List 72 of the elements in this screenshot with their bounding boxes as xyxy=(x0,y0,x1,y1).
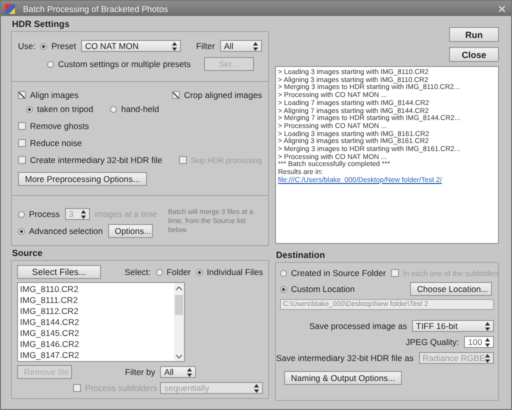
radio-button[interactable] xyxy=(47,60,54,68)
checkbox-label: Remove ghosts xyxy=(30,121,90,131)
section-heading: Destination xyxy=(275,249,326,262)
section-heading: HDR Settings xyxy=(11,18,70,31)
format-dropdown[interactable]: TIFF 16-bit xyxy=(412,320,494,332)
radio-button[interactable] xyxy=(196,268,203,276)
updown-arrows-icon xyxy=(187,368,192,376)
radio-label: Custom settings or multiple presets xyxy=(58,59,191,69)
file-item[interactable]: IMG_8147.CR2 xyxy=(20,350,174,361)
filter-label: Filter xyxy=(196,41,215,51)
checkbox-label: Crop aligned images xyxy=(184,90,262,100)
app-icon xyxy=(5,4,15,14)
radio-button[interactable] xyxy=(110,106,118,112)
checkbox[interactable] xyxy=(18,156,26,164)
radio-button[interactable] xyxy=(18,210,25,218)
close-button[interactable]: Close xyxy=(449,47,499,62)
naming-options-button[interactable]: Naming & Output Options... xyxy=(284,371,402,385)
hdr-format-label: Save intermediary 32-bit HDR file as xyxy=(276,353,414,363)
file-item[interactable]: IMG_8111.CR2 xyxy=(20,295,174,306)
file-item[interactable]: IMG_8144.CR2 xyxy=(20,317,174,328)
checkbox[interactable] xyxy=(172,91,180,99)
file-item[interactable]: IMG_8145.CR2 xyxy=(20,328,174,339)
select-files-button[interactable]: Select Files... xyxy=(17,265,101,279)
select-label: Select: xyxy=(124,267,151,277)
use-label: Use: xyxy=(18,41,36,51)
options-button[interactable]: Options... xyxy=(108,224,153,238)
choose-location-button[interactable]: Choose Location... xyxy=(410,282,492,296)
radio-label: Folder xyxy=(166,267,191,277)
radio-button[interactable] xyxy=(26,106,33,112)
radio-label: Advanced selection xyxy=(29,226,103,236)
run-button[interactable]: Run xyxy=(449,27,499,42)
radio-button[interactable] xyxy=(18,228,25,234)
file-item[interactable]: IMG_8110.CR2 xyxy=(20,284,174,295)
file-item[interactable]: IMG_8146.CR2 xyxy=(20,339,174,350)
updown-arrows-icon xyxy=(172,42,178,50)
close-icon[interactable] xyxy=(497,4,507,14)
file-list[interactable]: IMG_8110.CR2 IMG_8111.CR2 IMG_8112.CR2 IMG_8144.CR2 IMG_8145.CR2 IMG_8146.CR2 IMG_8147.CR2 xyxy=(17,282,185,362)
quality-spinner[interactable]: 100 xyxy=(464,336,494,348)
radio-label: hand-held xyxy=(121,104,160,114)
updown-arrows-icon xyxy=(253,42,258,50)
updown-arrows-icon xyxy=(485,322,490,330)
updown-arrows-icon xyxy=(485,354,490,362)
filter-by-dropdown[interactable]: All xyxy=(160,366,196,378)
radio-label: Process xyxy=(29,209,60,219)
scrollbar[interactable] xyxy=(174,283,184,361)
checkbox[interactable] xyxy=(18,122,26,130)
radio-button[interactable] xyxy=(40,42,48,50)
radio-label: Individual Files xyxy=(206,267,263,277)
updown-arrows-icon xyxy=(254,384,259,392)
window-title: Batch Processing of Bracketed Photos xyxy=(23,4,170,14)
radio-label: Preset xyxy=(51,41,76,51)
checkbox-label: Reduce noise xyxy=(30,138,82,148)
radio-label: Custom Location xyxy=(291,284,355,294)
jpeg-quality-label: JPEG Quality: xyxy=(406,337,459,347)
file-item[interactable]: IMG_8112.CR2 xyxy=(20,306,174,317)
more-options-button[interactable]: More Preprocessing Options... xyxy=(18,172,147,186)
radio-label: Created in Source Folder xyxy=(291,268,386,278)
checkbox[interactable] xyxy=(18,139,26,147)
radio-label: taken on tripod xyxy=(37,104,94,114)
checkbox-label: Create intermediary 32-bit HDR file xyxy=(30,155,162,165)
radio-button[interactable] xyxy=(280,286,287,292)
checkbox[interactable] xyxy=(18,91,26,99)
checkbox-label: Align images xyxy=(30,90,79,100)
section-heading: Source xyxy=(11,247,43,260)
radio-button[interactable] xyxy=(280,270,287,276)
save-as-label: Save processed image as xyxy=(309,321,407,331)
updown-arrows-icon xyxy=(80,210,86,218)
radio-button[interactable] xyxy=(156,268,163,276)
updown-arrows-icon xyxy=(485,338,490,346)
preset-dropdown[interactable]: CO NAT MON xyxy=(81,40,182,52)
filter-by-label: Filter by xyxy=(125,367,156,377)
filter-dropdown[interactable]: All xyxy=(220,40,262,52)
